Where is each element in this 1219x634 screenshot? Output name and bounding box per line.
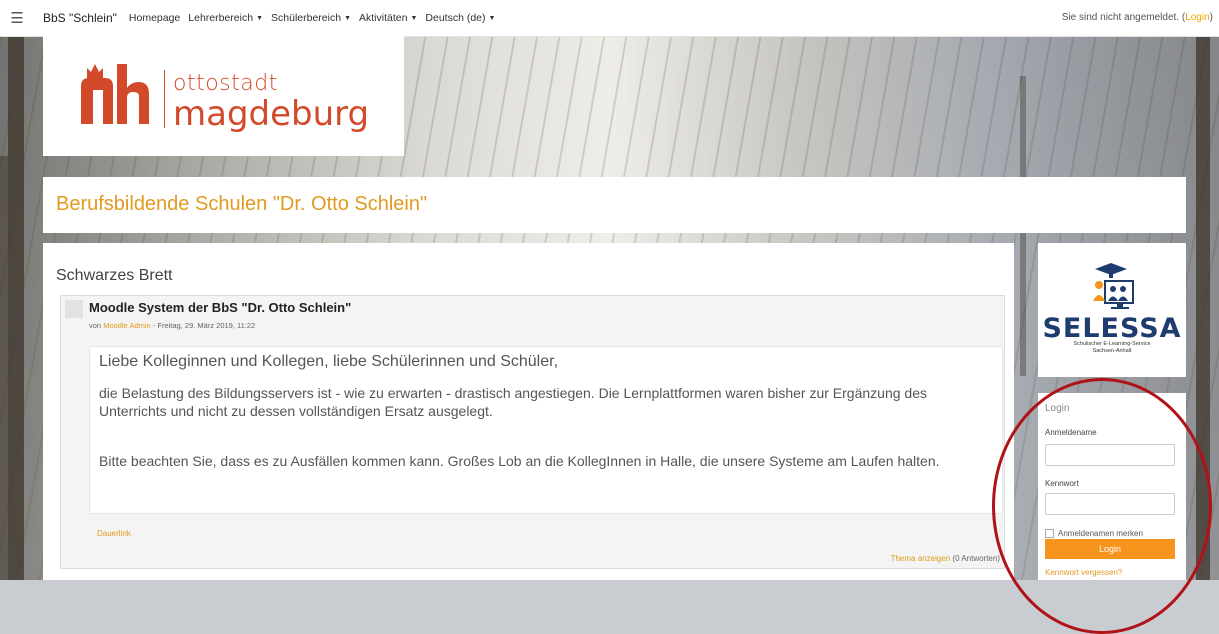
login-block: Login Anmeldename Kennwort Anmeldenamen … [1038, 393, 1186, 580]
permalink-link[interactable]: Dauerlink [97, 529, 131, 538]
password-input[interactable] [1045, 493, 1175, 515]
remember-checkbox[interactable] [1045, 529, 1054, 538]
nav-schuelerbereich[interactable]: Schülerbereich ▼ [271, 12, 351, 24]
caret-down-icon: ▼ [488, 15, 496, 22]
caret-down-icon: ▼ [256, 15, 264, 22]
forgot-password-link[interactable]: Kennwort vergessen? [1045, 568, 1122, 577]
login-button[interactable]: Login [1045, 539, 1175, 559]
post-greeting: Liebe Kolleginnen und Kollegen, liebe Sc… [99, 353, 559, 370]
main-content: Schwarzes Brett Moodle System der BbS "D… [43, 243, 1014, 580]
logo-text-line1: ottostadt [173, 71, 278, 96]
top-navbar: ☰ BbS "Schlein" Homepage Lehrerbereich ▼ … [0, 0, 1219, 37]
logo-text-line2: magdeburg [173, 94, 370, 134]
nav-lehrerbereich[interactable]: Lehrerbereich ▼ [188, 12, 263, 24]
selessa-subtitle: Schulischer E-Learning-Service Sachsen-An… [1073, 341, 1151, 354]
login-title: Login [1045, 403, 1070, 414]
news-heading: Schwarzes Brett [56, 267, 173, 284]
post-title: Moodle System der BbS "Dr. Otto Schlein" [89, 300, 352, 315]
nav-homepage[interactable]: Homepage [129, 12, 180, 24]
thread-info: Thema anzeigen (0 Antworten) [890, 554, 1000, 563]
selessa-block[interactable]: SELESSA Schulischer E-Learning-Service Sa… [1038, 243, 1186, 377]
login-status: Sie sind nicht angemeldet. (Login) [1061, 12, 1213, 23]
logo-divider [164, 70, 165, 128]
site-brand[interactable]: BbS "Schlein" [43, 11, 117, 25]
username-label: Anmeldename [1045, 428, 1097, 437]
username-input[interactable] [1045, 444, 1175, 466]
selessa-logo-icon [1093, 263, 1134, 309]
show-thread-link[interactable]: Thema anzeigen [891, 554, 951, 563]
post-author-link[interactable]: Moodle Admin [103, 321, 151, 330]
selessa-name: SELESSA [1042, 313, 1182, 344]
post-paragraph: die Belastung des Bildungsservers ist - … [99, 385, 927, 419]
caret-down-icon: ▼ [344, 15, 351, 22]
avatar [65, 300, 83, 318]
nav-language[interactable]: Deutsch (de) ▼ [425, 12, 495, 24]
post-paragraph: Bitte beachten Sie, dass es zu Ausfällen… [99, 453, 940, 469]
page-header: Berufsbildende Schulen "Dr. Otto Schlein… [43, 177, 1186, 233]
site-logo[interactable]: ottostadt magdeburg [43, 36, 404, 156]
caret-down-icon: ▼ [410, 15, 418, 22]
magdeburg-logo-icon [81, 64, 149, 124]
nav-login-link[interactable]: Login [1185, 12, 1209, 23]
post-body: Liebe Kolleginnen und Kollegen, liebe Sc… [89, 346, 1003, 514]
forum-post: Moodle System der BbS "Dr. Otto Schlein"… [60, 295, 1005, 569]
remember-username[interactable]: Anmeldenamen merken [1045, 529, 1143, 538]
password-label: Kennwort [1045, 479, 1079, 488]
page-title: Berufsbildende Schulen "Dr. Otto Schlein… [56, 193, 428, 215]
menu-icon[interactable]: ☰ [2, 9, 32, 27]
post-meta: von Moodle Admin - Freitag, 29. März 201… [89, 321, 256, 330]
nav-aktivitaeten[interactable]: Aktivitäten ▼ [359, 12, 417, 24]
